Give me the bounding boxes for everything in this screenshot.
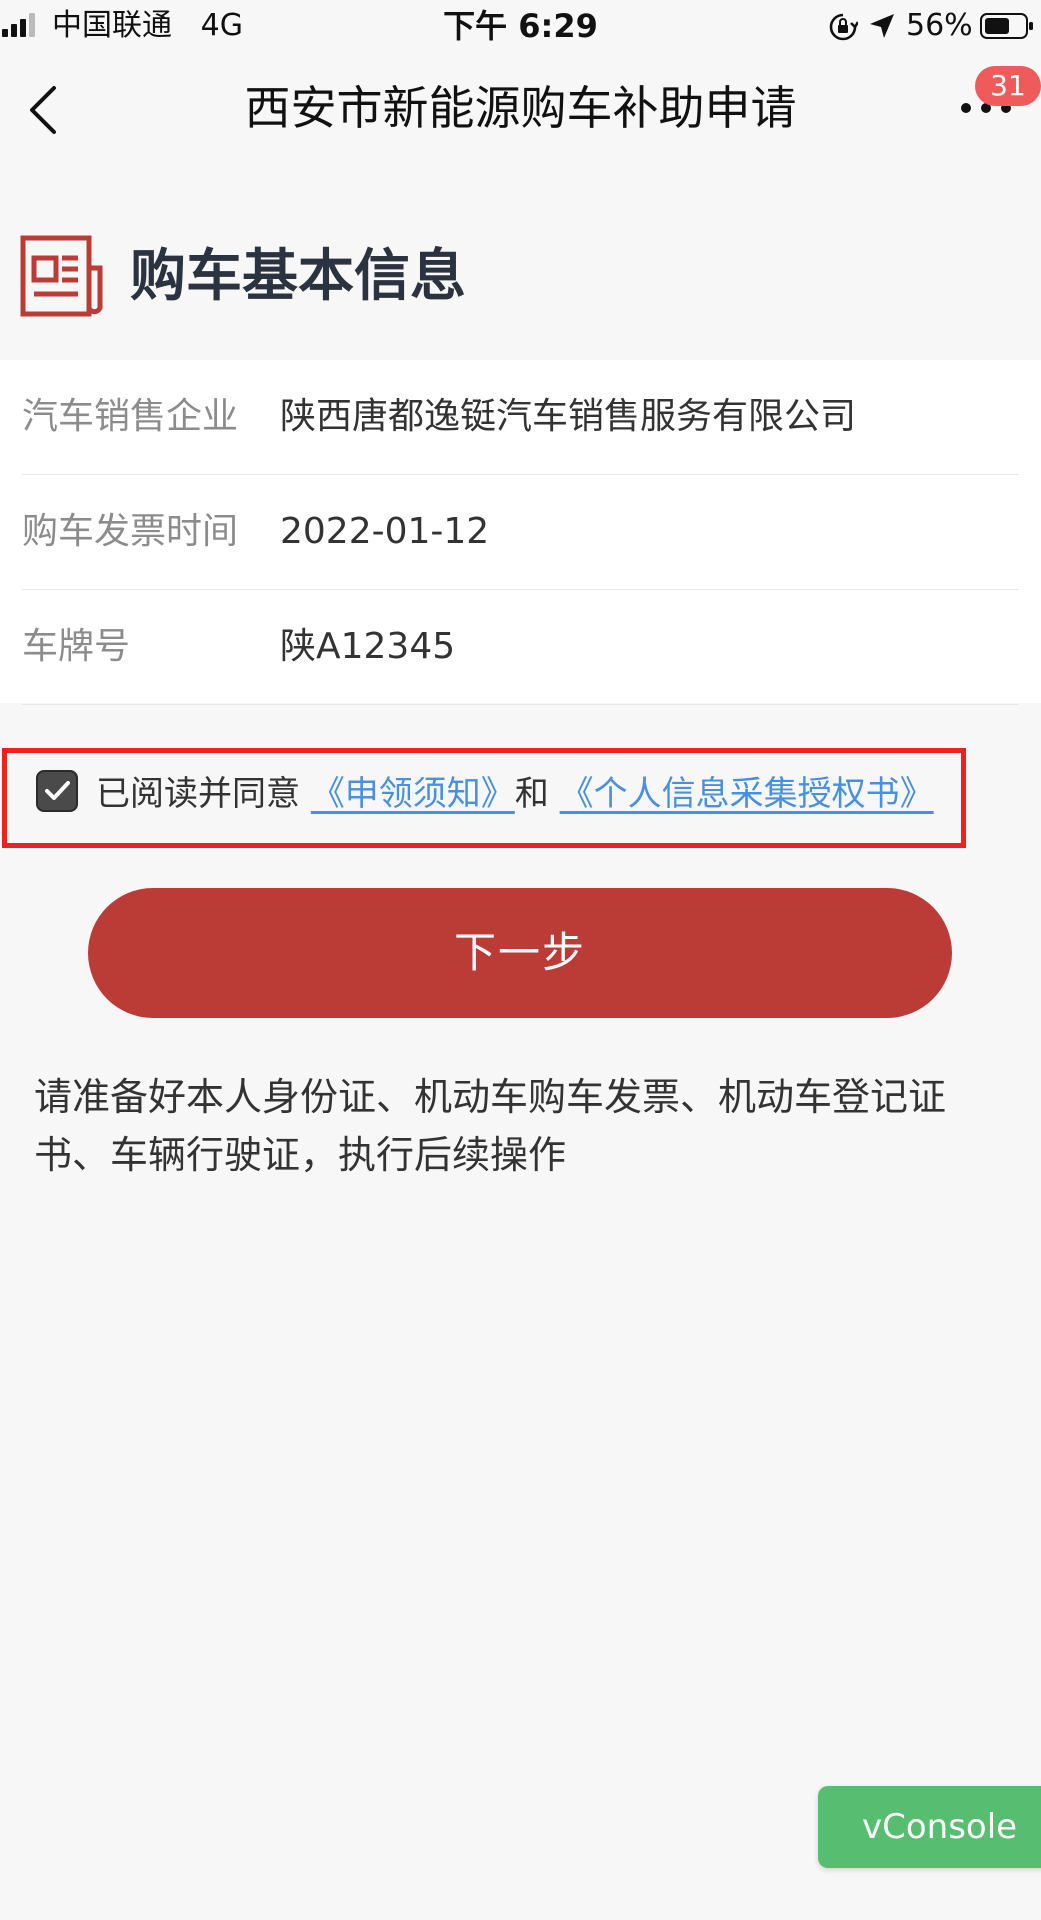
section-title: 购车基本信息 <box>130 244 466 309</box>
invoice-date-label: 购车发票时间 <box>22 511 239 552</box>
info-row-invoice-date: 购车发票时间 2022-01-12 <box>0 475 1041 590</box>
agreement-text: 已阅读并同意 《申领须知》和 《个人信息采集授权书》 <box>96 772 934 816</box>
vconsole-button[interactable]: vConsole <box>818 1786 1041 1868</box>
battery-percent: 56% <box>906 8 973 43</box>
divider <box>22 704 1019 705</box>
agree-checkbox[interactable] <box>36 770 78 812</box>
checkmark-icon <box>45 781 70 800</box>
battery-icon <box>980 13 1033 39</box>
invoice-date-value: 2022-01-12 <box>280 511 490 552</box>
section-header: 购车基本信息 <box>0 230 1041 322</box>
agreement-prefix: 已阅读并同意 <box>96 774 300 814</box>
status-bar: 中国联通 4G 下午 6:29 56% <box>0 0 1041 52</box>
dealer-label: 汽车销售企业 <box>22 396 239 437</box>
purchase-info-list: 汽车销售企业 陕西唐都逸铤汽车销售服务有限公司 购车发票时间 2022-01-1… <box>0 360 1041 705</box>
nav-bar: 西安市新能源购车补助申请 31 <box>0 52 1041 164</box>
document-icon <box>20 235 103 317</box>
preparation-notice: 请准备好本人身份证、机动车购车发票、机动车登记证书、车辆行驶证，执行后续操作 <box>34 1075 947 1177</box>
privacy-authorization-link[interactable]: 《个人信息采集授权书》 <box>560 774 934 814</box>
dealer-value: 陕西唐都逸铤汽车销售服务有限公司 <box>280 396 857 437</box>
location-arrow-icon <box>870 14 894 38</box>
plate-label: 车牌号 <box>22 626 131 667</box>
notification-badge: 31 <box>975 66 1041 106</box>
info-row-dealer: 汽车销售企业 陕西唐都逸铤汽车销售服务有限公司 <box>0 360 1041 475</box>
next-step-button[interactable]: 下一步 <box>88 888 952 1018</box>
application-notice-link[interactable]: 《申领须知》 <box>311 774 515 814</box>
page-title: 西安市新能源购车补助申请 <box>244 81 797 135</box>
info-row-plate: 车牌号 陕A12345 <box>0 590 1041 705</box>
agreement-connector: 和 <box>514 774 549 814</box>
rotation-lock-icon <box>829 13 858 41</box>
plate-value: 陕A12345 <box>280 626 456 667</box>
